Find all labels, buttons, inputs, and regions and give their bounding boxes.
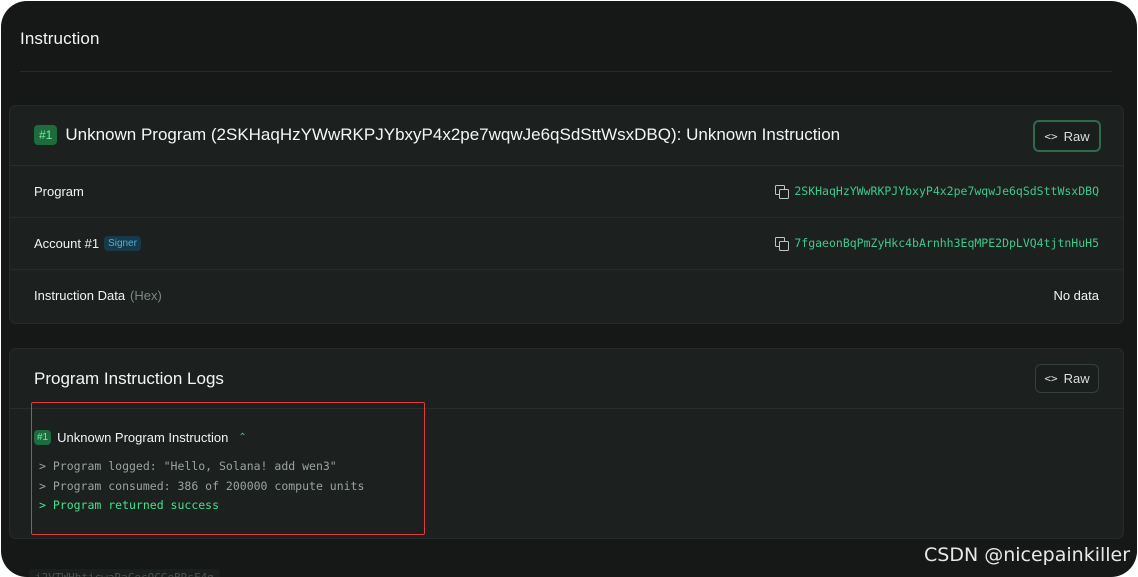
footer-partial-text: i2VTWHhticwaRaCecOCGeBRsF4q [29, 569, 220, 577]
account-label: Account #1 Signer [34, 236, 141, 251]
no-data-text: No data [1053, 288, 1099, 303]
logs-card-header: Program Instruction Logs <> Raw [10, 349, 1123, 409]
instruction-title: #1 Unknown Program (2SKHaqHzYWwRKPJYbxyP… [34, 125, 840, 145]
instruction-title-text: Unknown Program (2SKHaqHzYWwRKPJYbxyP4x2… [65, 125, 841, 144]
explorer-panel: Instruction #1 Unknown Program (2SKHaqHz… [1, 1, 1137, 577]
logs-raw-button[interactable]: <> Raw [1035, 364, 1099, 393]
code-icon: <> [1044, 129, 1058, 143]
raw-button-label: Raw [1063, 128, 1090, 144]
instruction-index-badge: #1 [34, 125, 58, 145]
account-value: 7fgaeonBqPmZyHkc4bArnhh3EqMPE2DpLVQ4tjtn… [775, 236, 1099, 251]
instruction-data-label: Instruction Data (Hex) [34, 288, 162, 303]
program-label-text: Program [34, 184, 84, 199]
instruction-data-value: No data [1053, 288, 1099, 303]
log-entry-header[interactable]: #1 Unknown Program Instruction ⌃ [34, 430, 247, 445]
program-value: 2SKHaqHzYWwRKPJYbxyP4x2pe7wqwJe6qSdSttWs… [775, 184, 1099, 199]
instruction-raw-button[interactable]: <> Raw [1033, 120, 1101, 152]
instruction-data-label-text: Instruction Data [34, 288, 126, 303]
account-label-text: Account #1 [34, 236, 100, 251]
instruction-data-row: Instruction Data (Hex) No data [10, 270, 1123, 322]
account-address-link[interactable]: 7fgaeonBqPmZyHkc4bArnhh3EqMPE2DpLVQ4tjtn… [794, 236, 1099, 250]
divider [20, 71, 1112, 72]
section-title: Instruction [20, 29, 100, 48]
program-label: Program [34, 184, 84, 199]
program-row: Program 2SKHaqHzYWwRKPJYbxyP4x2pe7wqwJe6… [10, 166, 1123, 218]
code-icon: <> [1044, 372, 1058, 385]
copy-icon[interactable] [775, 184, 790, 199]
log-line: > Program consumed: 386 of 200000 comput… [39, 479, 365, 493]
log-line: > Program logged: "Hello, Solana! add we… [39, 459, 337, 473]
logs-title: Program Instruction Logs [34, 369, 224, 388]
instruction-card-header: #1 Unknown Program (2SKHaqHzYWwRKPJYbxyP… [10, 106, 1123, 166]
chevron-up-icon[interactable]: ⌃ [238, 432, 246, 443]
log-entry-title: Unknown Program Instruction [57, 430, 229, 445]
account-row: Account #1 Signer 7fgaeonBqPmZyHkc4bArnh… [10, 218, 1123, 270]
log-index-badge: #1 [34, 430, 52, 445]
raw-button-label: Raw [1063, 371, 1090, 386]
log-line-success: > Program returned success [39, 498, 220, 512]
watermark: CSDN @nicepainkiller [924, 544, 1131, 566]
instruction-card: #1 Unknown Program (2SKHaqHzYWwRKPJYbxyP… [9, 105, 1124, 324]
program-address-link[interactable]: 2SKHaqHzYWwRKPJYbxyP4x2pe7wqwJe6qSdSttWs… [794, 184, 1099, 198]
signer-badge: Signer [104, 236, 141, 251]
hex-hint: (Hex) [130, 288, 162, 303]
copy-icon[interactable] [775, 236, 790, 251]
